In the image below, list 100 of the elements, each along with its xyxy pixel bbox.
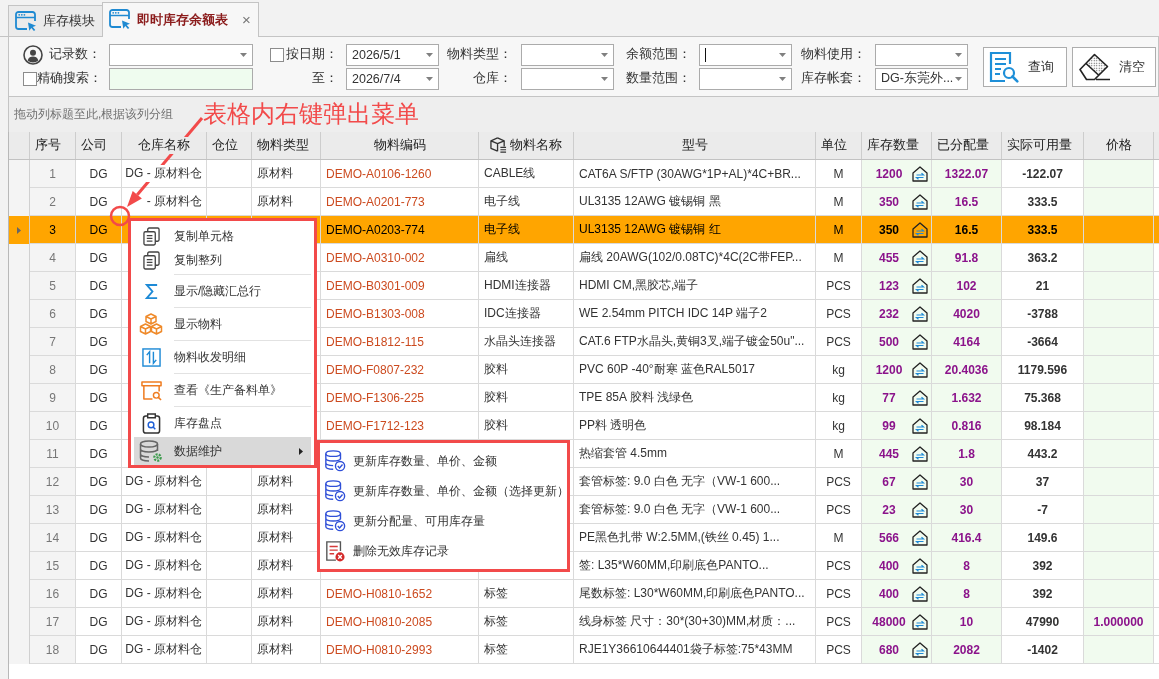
menu-item[interactable]: 复制整列 bbox=[134, 248, 311, 272]
field-label: 精确搜索： bbox=[37, 70, 102, 87]
stock-quantity: 232 bbox=[878, 306, 900, 321]
table-cell: 13 bbox=[30, 496, 76, 524]
column-header[interactable]: 仓位 bbox=[207, 132, 252, 159]
table-cell: 2 bbox=[30, 188, 76, 216]
row-pointer-icon bbox=[17, 226, 21, 234]
stock-quantity: 1200 bbox=[874, 166, 904, 181]
database-check-icon bbox=[324, 480, 346, 502]
house-transfer-icon[interactable] bbox=[912, 361, 928, 378]
checkbox[interactable] bbox=[23, 71, 37, 86]
house-transfer-icon[interactable] bbox=[912, 333, 928, 350]
table-cell: 4 bbox=[30, 244, 76, 272]
menu-item[interactable]: 数据维护 bbox=[134, 437, 311, 465]
stock-quantity: 123 bbox=[878, 278, 900, 293]
table-cell: 102 bbox=[932, 272, 1002, 300]
database-check-icon bbox=[324, 510, 346, 532]
table-row[interactable]: 1 DG DG - 原材料仓 原材料 DEMO-A0106-1260 CABLE线 CAT6A S/FTP (30AWG*1P+AL)*4C+BR... M 1200 1322.07 -122.07 bbox=[9, 160, 1159, 188]
house-transfer-icon[interactable] bbox=[912, 277, 928, 294]
house-transfer-icon[interactable] bbox=[912, 249, 928, 266]
dropdown-field[interactable] bbox=[699, 43, 792, 66]
sigma-icon bbox=[143, 282, 159, 300]
house-transfer-icon[interactable] bbox=[912, 529, 928, 546]
search-input[interactable] bbox=[109, 67, 253, 90]
stock-quantity: 680 bbox=[878, 642, 900, 657]
column-header[interactable]: 物料类型 bbox=[252, 132, 321, 159]
house-transfer-icon[interactable] bbox=[912, 641, 928, 658]
query-button[interactable]: 查询 bbox=[983, 46, 1067, 87]
table-cell: 16 bbox=[30, 580, 76, 608]
column-header[interactable]: 实际可用量 bbox=[1002, 132, 1084, 159]
table-cell: 30 bbox=[932, 468, 1002, 496]
table-cell: DG - 原材料仓 bbox=[122, 636, 207, 664]
dropdown-field[interactable]: 2026/5/1 bbox=[346, 43, 439, 66]
table-cell: 11 bbox=[30, 440, 76, 468]
tab[interactable]: 即时库存余额表 × bbox=[102, 2, 259, 37]
field-label: 库存帐套： bbox=[801, 70, 866, 87]
house-transfer-icon[interactable] bbox=[912, 305, 928, 322]
column-header[interactable]: 序号 bbox=[30, 132, 76, 159]
dropdown-caret-icon[interactable] bbox=[426, 52, 433, 57]
dropdown-caret-icon[interactable] bbox=[240, 52, 247, 57]
house-transfer-icon[interactable] bbox=[912, 221, 928, 238]
tab[interactable]: 库存模块 bbox=[8, 5, 103, 36]
table-cell: 1.632 bbox=[932, 384, 1002, 412]
table-cell: 7 bbox=[30, 328, 76, 356]
dropdown-caret-icon[interactable] bbox=[601, 76, 608, 81]
stock-quantity: 400 bbox=[878, 586, 900, 601]
house-transfer-icon[interactable] bbox=[912, 417, 928, 434]
dropdown-field[interactable]: DG-东莞外... bbox=[875, 67, 968, 90]
column-header[interactable]: 型号 bbox=[574, 132, 816, 159]
house-transfer-icon[interactable] bbox=[912, 165, 928, 182]
stock-quantity: 23 bbox=[881, 502, 897, 517]
database-check-icon bbox=[324, 450, 346, 472]
house-transfer-icon[interactable] bbox=[912, 557, 928, 574]
house-transfer-icon[interactable] bbox=[912, 193, 928, 210]
table-cell: 12 bbox=[30, 468, 76, 496]
table-cell: 18 bbox=[30, 636, 76, 664]
column-header[interactable]: 公司 bbox=[76, 132, 122, 159]
eraser-icon bbox=[1078, 51, 1112, 82]
dropdown-field[interactable]: 2026/7/4 bbox=[346, 67, 439, 90]
house-transfer-icon[interactable] bbox=[912, 501, 928, 518]
cubes-icon bbox=[139, 313, 163, 335]
table-row[interactable]: 17 DG DG - 原材料仓 原材料 DEMO-H0810-2085 标签 线身标签 尺寸：30*(30+30)MM,材质：... PCS 48000 10 47990 1.000000 bbox=[9, 608, 1159, 636]
column-header[interactable]: 物料名称 bbox=[479, 132, 574, 159]
house-transfer-icon[interactable] bbox=[912, 585, 928, 602]
table-row[interactable]: 2 DG - 原材料仓 原材料 DEMO-A0201-773 电子线 UL3135 12AWG 镀锡铜 黑 M 350 16.5 333.5 bbox=[9, 188, 1159, 216]
dropdown-caret-icon[interactable] bbox=[426, 76, 433, 81]
house-transfer-icon[interactable] bbox=[912, 389, 928, 406]
table-cell: 2082 bbox=[932, 636, 1002, 664]
table-cell: DG bbox=[76, 636, 122, 664]
dropdown-field[interactable] bbox=[521, 67, 614, 90]
column-header[interactable]: 价格 bbox=[1084, 132, 1154, 159]
dropdown-caret-icon[interactable] bbox=[601, 52, 608, 57]
column-header[interactable]: 已分配量 bbox=[932, 132, 1002, 159]
dropdown-caret-icon[interactable] bbox=[955, 76, 962, 81]
dropdown-field[interactable] bbox=[521, 43, 614, 66]
dropdown-field[interactable] bbox=[109, 43, 253, 66]
column-header[interactable]: 库存数量 bbox=[862, 132, 932, 159]
group-by-hint: 拖动列标题至此,根据该列分组 bbox=[14, 106, 174, 123]
dropdown-caret-icon[interactable] bbox=[779, 52, 786, 57]
stock-quantity: 48000 bbox=[871, 614, 907, 629]
stock-quantity: 400 bbox=[878, 558, 900, 573]
dropdown-field[interactable] bbox=[699, 67, 792, 90]
column-header[interactable]: 仓库名称 bbox=[122, 132, 207, 159]
table-row[interactable]: 18 DG DG - 原材料仓 原材料 DEMO-H0810-2993 标签 RJE1Y36610644401袋子标签:75*43MM PCS 680 2082 -1402 bbox=[9, 636, 1159, 664]
menu-item[interactable]: 库存盘点 bbox=[134, 409, 311, 437]
clear-button[interactable]: 清空 bbox=[1072, 46, 1156, 87]
table-cell: DG - 原材料仓 bbox=[122, 608, 207, 636]
house-transfer-icon[interactable] bbox=[912, 473, 928, 490]
house-transfer-icon[interactable] bbox=[912, 445, 928, 462]
tab-close-button[interactable]: × bbox=[242, 11, 251, 28]
table-row[interactable]: 16 DG DG - 原材料仓 原材料 DEMO-H0810-1652 标签 尾数标签: L30*W60MM,印刷底色PANTO... PCS 400 8 392 bbox=[9, 580, 1159, 608]
dropdown-caret-icon[interactable] bbox=[779, 76, 786, 81]
column-header[interactable]: 物料编码 bbox=[321, 132, 479, 159]
dropdown-field[interactable] bbox=[875, 43, 968, 66]
column-header[interactable]: 单位 bbox=[816, 132, 862, 159]
house-transfer-icon[interactable] bbox=[912, 613, 928, 630]
dropdown-caret-icon[interactable] bbox=[955, 52, 962, 57]
table-cell: 8 bbox=[30, 356, 76, 384]
checkbox[interactable] bbox=[270, 47, 284, 62]
clipboard-search-icon bbox=[141, 412, 161, 434]
